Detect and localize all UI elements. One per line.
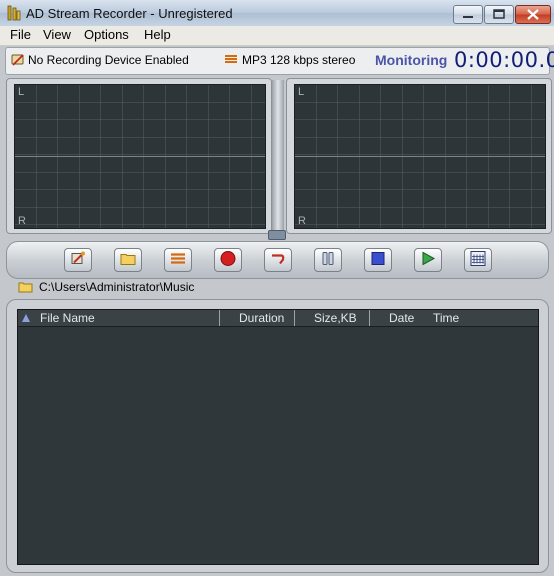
menu-file[interactable]: File <box>9 27 32 42</box>
level-meter: L R <box>14 84 266 229</box>
folder-icon <box>120 252 136 269</box>
pause-button[interactable] <box>314 248 342 272</box>
loop-icon <box>270 251 286 270</box>
close-button[interactable] <box>515 5 551 24</box>
minimize-button[interactable] <box>453 5 483 24</box>
settings-button[interactable] <box>64 248 92 272</box>
loop-button[interactable] <box>264 248 292 272</box>
record-icon <box>220 251 236 270</box>
stop-icon <box>370 251 386 270</box>
spectrum-meter: L R <box>294 84 546 229</box>
menu-options[interactable]: Options <box>83 27 130 42</box>
wrench-icon <box>70 251 86 270</box>
channel-label-r: R <box>18 215 26 227</box>
format-icon <box>170 253 186 268</box>
transport-toolbar <box>6 241 549 279</box>
stop-button[interactable] <box>364 248 392 272</box>
column-size[interactable]: Size,KB <box>295 310 370 326</box>
channel-label-l: L <box>298 86 305 98</box>
open-folder-button[interactable] <box>114 248 142 272</box>
channel-label-l: L <box>18 86 25 98</box>
meter-splitter[interactable] <box>272 80 284 230</box>
status-bar: No Recording Device Enabled MP3 128 kbps… <box>5 47 554 75</box>
column-time: Time <box>433 311 460 325</box>
menu-view[interactable]: View <box>42 27 72 42</box>
time-display: 0:00:00.0 <box>454 48 554 72</box>
format-icon <box>224 54 238 69</box>
menu-bar: File View Options Help <box>0 26 554 46</box>
play-icon <box>420 251 436 270</box>
mode-label: Monitoring <box>375 52 448 68</box>
menu-help[interactable]: Help <box>143 27 172 42</box>
list-header: File Name Duration Size,KB Date Time <box>18 310 538 327</box>
title-bar: AD Stream Recorder - Unregistered <box>0 0 554 27</box>
splitter-grip-icon[interactable] <box>268 230 286 240</box>
recordings-list[interactable]: File Name Duration Size,KB Date Time <box>17 309 539 565</box>
app-icon <box>6 5 22 21</box>
format-button[interactable] <box>164 248 192 272</box>
column-file-name[interactable]: File Name <box>18 310 220 326</box>
device-icon <box>10 52 26 71</box>
level-meter-right-panel: L R <box>286 78 552 234</box>
sort-ascending-icon <box>22 314 30 322</box>
maximize-button[interactable] <box>484 5 514 24</box>
audio-format-status[interactable]: MP3 128 kbps stereo <box>242 53 355 67</box>
list-view-button[interactable] <box>464 248 492 272</box>
output-folder-path[interactable]: C:\Users\Administrator\Music <box>39 280 194 294</box>
record-button[interactable] <box>214 248 242 272</box>
list-icon <box>470 251 486 270</box>
recording-device-status[interactable]: No Recording Device Enabled <box>28 53 189 67</box>
close-icon <box>527 9 539 20</box>
column-date-time[interactable]: Date Time <box>370 310 538 326</box>
column-duration[interactable]: Duration <box>220 310 295 326</box>
play-button[interactable] <box>414 248 442 272</box>
column-date: Date <box>389 311 415 325</box>
window-title: AD Stream Recorder - Unregistered <box>26 6 233 21</box>
folder-icon <box>18 281 33 293</box>
level-meter-left-panel: L R <box>6 78 272 234</box>
channel-label-r: R <box>298 215 306 227</box>
pause-icon <box>320 251 336 270</box>
